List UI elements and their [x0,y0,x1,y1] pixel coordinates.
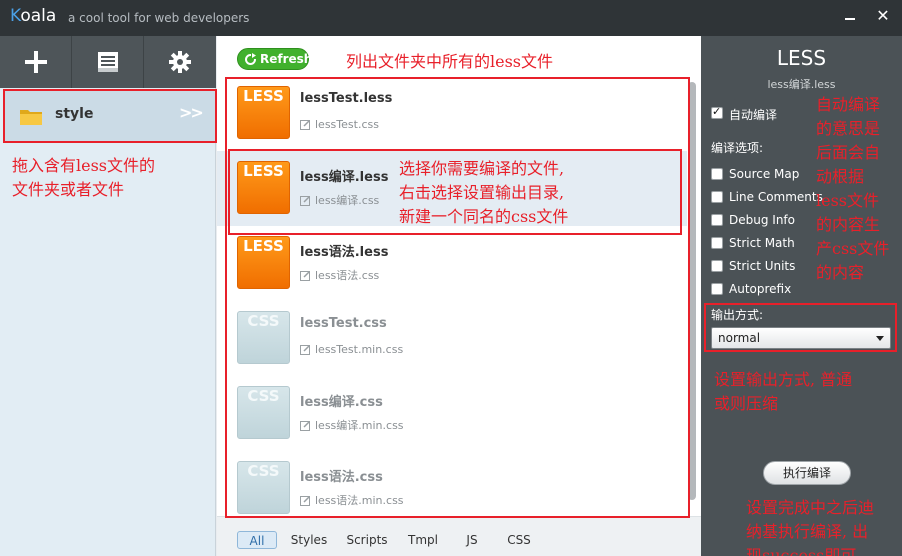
settings-button[interactable] [144,36,216,88]
log-icon [98,52,118,72]
annotation-line: 拖入含有less文件的 [12,156,156,175]
sidebar-toolbar [0,36,216,88]
annotation-line: 文件夹或者文件 [12,180,125,199]
source-map-label: Source Map [729,167,800,181]
tab-scripts[interactable]: Scripts [341,531,393,549]
annotation-auto-compile: 自动编译 的意思是 后面会自 动根据 less文件 的内容生 产css文件 的内… [816,93,889,285]
annotation-line: 现success即可 [746,546,857,556]
settings-file-name: less编译.less [767,78,836,91]
filter-tabs: All Styles Scripts Tmpl JS CSS [217,516,701,556]
compile-button[interactable]: 执行编译 [763,461,851,485]
debug-info-checkbox[interactable] [711,214,723,226]
annotation-line: 设置输出方式, 普通 [714,370,853,389]
annotation-line: 或则压缩 [714,394,779,413]
annotation-line: 的内容 [816,263,865,282]
annotation-line: 自动编译 [816,95,881,114]
tab-tmpl[interactable]: Tmpl [403,531,443,549]
line-comments-label: Line Comments [729,190,823,204]
close-button[interactable]: ✕ [874,6,892,26]
annotation-box-folder [3,89,217,143]
annotation-select-file: 选择你需要编译的文件, 右击选择设置输出目录, 新建一个同名的css文件 [399,157,568,229]
add-folder-button[interactable] [0,36,72,88]
annotation-line: 的内容生 [816,215,881,234]
tab-all[interactable]: All [237,531,277,549]
settings-title: LESS [776,46,827,70]
annotation-line: less文件 [816,191,880,210]
annotation-line: 右击选择设置输出目录, [399,183,565,202]
minimize-button[interactable] [842,9,858,25]
annotation-line: 设置完成中之后迪 [746,498,875,517]
app-name: Koala [10,6,56,26]
app-name-rest: oala [20,6,57,26]
title-bar: Koala a cool tool for web developers ✕ [0,0,902,36]
strict-units-checkbox[interactable] [711,260,723,272]
annotation-compile: 设置完成中之后迪 纳基执行编译, 出现success即可 [746,496,874,556]
annotation-box-file-list [225,77,690,518]
annotation-line: 新建一个同名的css文件 [399,207,569,226]
source-map-checkbox[interactable] [711,168,723,180]
annotation-line: 的意思是 [816,119,881,138]
annotation-line: 纳基执行编译, 出 [746,522,869,541]
annotation-line: 后面会自 [816,143,881,162]
annotation-output-mode: 设置输出方式, 普通 或则压缩 [714,368,852,416]
annotation-line: 产css文件 [816,239,890,258]
refresh-label: Refresh [260,52,313,66]
autoprefix-checkbox[interactable] [711,283,723,295]
add-icon [25,51,47,73]
log-button[interactable] [72,36,144,88]
app-name-initial: K [10,6,21,26]
strict-units-label: Strict Units [729,259,796,273]
app-tagline: a cool tool for web developers [68,11,250,25]
annotation-line: 动根据 [816,167,865,186]
strict-math-label: Strict Math [729,236,795,250]
line-comments-checkbox[interactable] [711,191,723,203]
strict-math-checkbox[interactable] [711,237,723,249]
tab-styles[interactable]: Styles [287,531,331,549]
annotation-list-files: 列出文件夹中所有的less文件 [346,52,554,71]
settings-icon [169,51,191,73]
auto-compile-label: 自动编译 [729,108,778,122]
auto-compile-checkbox[interactable] [711,105,723,119]
annotation-line: 选择你需要编译的文件, [399,159,565,178]
debug-info-label: Debug Info [729,213,795,227]
annotation-box-output [704,303,897,352]
tab-js[interactable]: JS [457,531,487,549]
refresh-button[interactable]: Refresh [237,48,313,70]
annotation-drag-folder: 拖入含有less文件的 文件夹或者文件 [12,154,155,202]
refresh-icon [245,53,257,65]
compile-options-label: 编译选项: [711,141,764,155]
tab-css[interactable]: CSS [501,531,537,549]
autoprefix-label: Autoprefix [729,282,792,296]
